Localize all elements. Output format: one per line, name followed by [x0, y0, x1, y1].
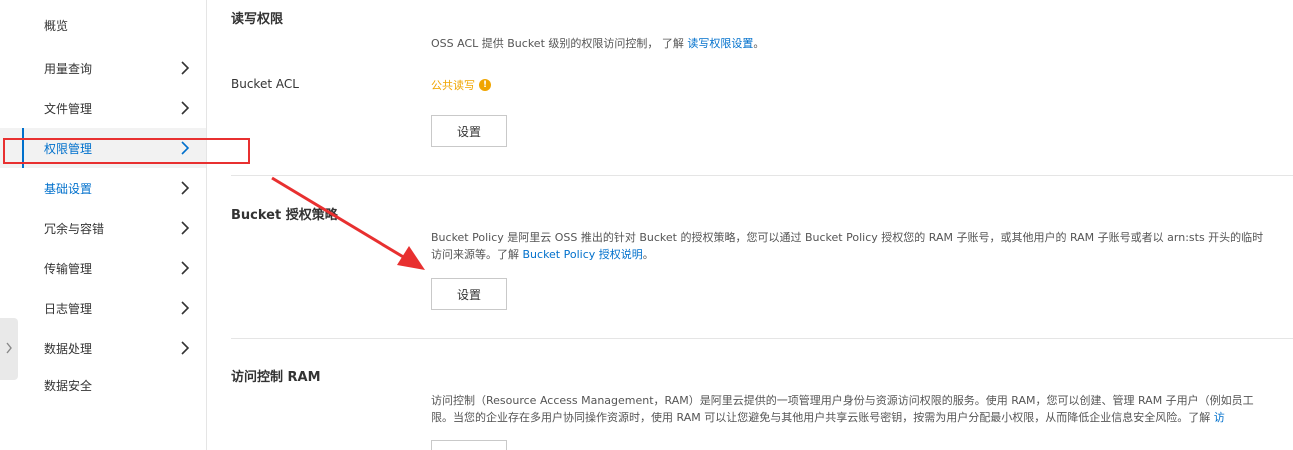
- ram-description: 访问控制（Resource Access Management，RAM）是阿里云…: [431, 394, 1254, 424]
- sidebar-item-label: 冗余与容错: [44, 221, 105, 236]
- acl-settings-button[interactable]: 设置: [431, 115, 507, 147]
- chevron-right-icon: [178, 341, 192, 355]
- sidebar-item-label: 数据安全: [44, 378, 93, 393]
- sidebar-item-data-security[interactable]: 数据安全: [0, 365, 206, 405]
- chevron-right-icon: [178, 101, 192, 115]
- sidebar-item-redundancy[interactable]: 冗余与容错: [0, 208, 206, 248]
- sidebar-item-logs[interactable]: 日志管理: [0, 288, 206, 328]
- ram-settings-button[interactable]: [431, 440, 507, 450]
- chevron-right-icon: [178, 301, 192, 315]
- sidebar-item-basic-settings[interactable]: 基础设置: [0, 168, 206, 208]
- ram-help-link[interactable]: 访: [1214, 411, 1225, 424]
- section-divider: [231, 175, 1293, 176]
- warning-icon[interactable]: !: [479, 79, 491, 91]
- acl-section-title: 读写权限: [231, 12, 284, 27]
- chevron-right-icon: [178, 221, 192, 235]
- sidebar-item-files[interactable]: 文件管理: [0, 88, 206, 128]
- acl-help-link[interactable]: 读写权限设置: [687, 37, 753, 50]
- sidebar-item-label: 数据处理: [44, 341, 93, 356]
- chevron-right-icon: [178, 61, 192, 75]
- policy-settings-button[interactable]: 设置: [431, 278, 507, 310]
- sidebar: 概览 用量查询 文件管理 权限管理 基础设置 冗余与容错 传输管理 日志管理 数…: [0, 0, 207, 450]
- main-content: 读写权限 OSS ACL 提供 Bucket 级别的权限访问控制， 了解 读写权…: [208, 0, 1293, 450]
- sidebar-item-label: 传输管理: [44, 261, 93, 276]
- sidebar-item-data-processing[interactable]: 数据处理: [0, 328, 206, 368]
- sidebar-item-label: 概览: [44, 18, 69, 33]
- ram-section-title: 访问控制 RAM: [231, 370, 321, 385]
- sidebar-item-overview[interactable]: 概览: [0, 5, 206, 45]
- acl-status-value: 公共读写 !: [431, 77, 491, 93]
- sidebar-item-label: 基础设置: [44, 181, 93, 196]
- bucket-acl-label: Bucket ACL: [231, 77, 299, 91]
- sidebar-item-label: 文件管理: [44, 101, 93, 116]
- policy-help-link[interactable]: Bucket Policy 授权说明: [523, 248, 643, 261]
- chevron-right-icon: [178, 261, 192, 275]
- sidebar-item-transfer[interactable]: 传输管理: [0, 248, 206, 288]
- chevron-right-icon: [178, 181, 192, 195]
- acl-description: OSS ACL 提供 Bucket 级别的权限访问控制， 了解 读写权限设置。: [431, 37, 765, 50]
- sidebar-item-usage[interactable]: 用量查询: [0, 48, 206, 88]
- chevron-right-icon: [178, 141, 192, 155]
- policy-section-title: Bucket 授权策略: [231, 208, 338, 223]
- sidebar-item-label: 用量查询: [44, 61, 93, 76]
- sidebar-item-permissions[interactable]: 权限管理: [0, 128, 206, 168]
- sidebar-item-label: 权限管理: [44, 141, 93, 156]
- sidebar-collapse-toggle[interactable]: [0, 318, 18, 380]
- chevron-right-icon: [5, 342, 13, 357]
- section-divider: [231, 338, 1293, 339]
- policy-description: Bucket Policy 是阿里云 OSS 推出的针对 Bucket 的授权策…: [431, 231, 1264, 261]
- sidebar-item-label: 日志管理: [44, 301, 93, 316]
